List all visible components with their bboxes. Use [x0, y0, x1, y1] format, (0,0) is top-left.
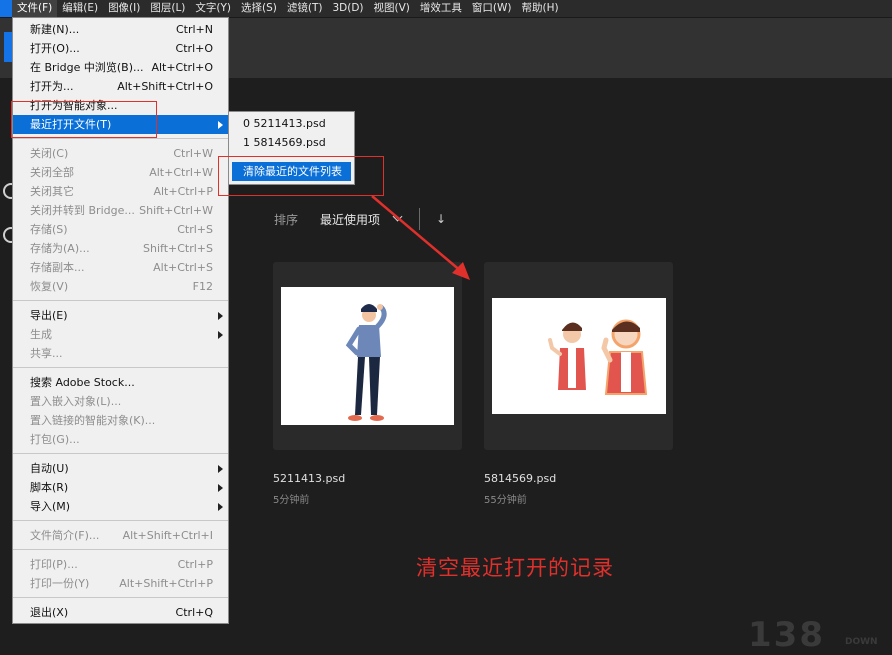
annotation-arrow	[371, 195, 470, 280]
